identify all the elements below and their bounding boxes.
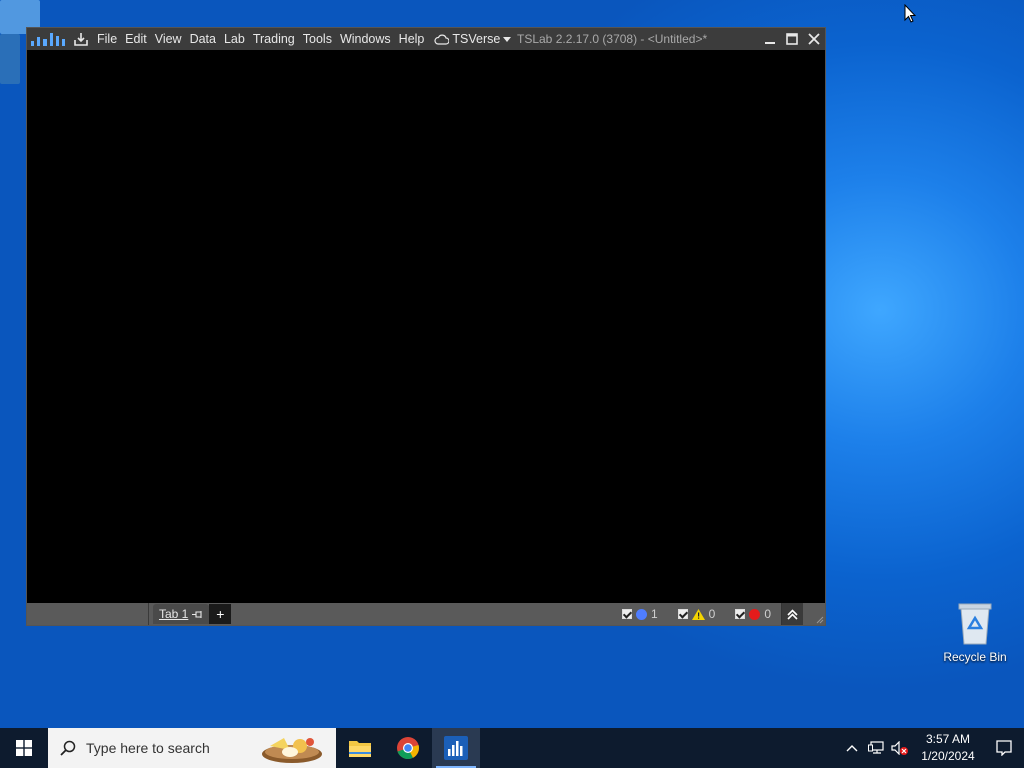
double-chevron-up-icon	[787, 608, 798, 620]
chevron-up-icon	[846, 745, 858, 752]
status-bar: Tab 1 + 1 0 0	[27, 603, 825, 625]
volume-muted-icon	[891, 741, 908, 755]
info-icon	[635, 608, 647, 620]
cloud-icon	[434, 34, 450, 45]
recycle-bin[interactable]: Recycle Bin	[940, 600, 1010, 664]
start-button[interactable]	[0, 728, 48, 768]
menu-file[interactable]: File	[93, 28, 121, 50]
menu-bar: File Edit View Data Lab Trading Tools Wi…	[93, 28, 428, 50]
title-bar[interactable]: File Edit View Data Lab Trading Tools Wi…	[27, 28, 825, 50]
recycle-bin-icon	[955, 600, 995, 646]
menu-edit[interactable]: Edit	[121, 28, 151, 50]
menu-trading[interactable]: Trading	[249, 28, 299, 50]
error-count: 0	[764, 607, 771, 621]
tslab-app-icon	[444, 736, 468, 760]
save-icon[interactable]	[71, 28, 91, 50]
desktop-shortcut-partial[interactable]	[0, 34, 20, 84]
pin-icon[interactable]	[192, 610, 203, 619]
close-button[interactable]	[803, 28, 825, 50]
close-icon	[808, 33, 820, 45]
windows-logo-icon	[16, 740, 32, 756]
show-hidden-icons-button[interactable]	[840, 728, 864, 768]
clock-time: 3:57 AM	[925, 732, 971, 746]
search-input[interactable]	[86, 740, 276, 756]
tslab-window: File Edit View Data Lab Trading Tools Wi…	[26, 27, 826, 626]
chrome-icon	[397, 737, 419, 760]
volume-button[interactable]	[888, 728, 912, 768]
taskbar: 3:57 AM 1/20/2024	[0, 728, 1024, 768]
tsverse-label: TSVerse	[452, 32, 501, 46]
menu-help[interactable]: Help	[395, 28, 429, 50]
expand-panel-button[interactable]	[781, 603, 803, 625]
clock[interactable]: 3:57 AM 1/20/2024	[912, 731, 984, 765]
action-center-button[interactable]	[984, 728, 1024, 768]
maximize-icon	[786, 33, 798, 45]
add-tab-button[interactable]: +	[209, 604, 232, 624]
error-counter[interactable]: 0	[725, 607, 781, 621]
warning-filter-checkbox[interactable]	[677, 609, 688, 619]
clock-date: 1/20/2024	[921, 749, 975, 763]
workspace-canvas[interactable]	[27, 50, 825, 604]
search-highlight-icon	[262, 738, 322, 763]
search-icon	[60, 740, 76, 756]
info-filter-checkbox[interactable]	[621, 609, 632, 619]
error-filter-checkbox[interactable]	[735, 609, 746, 619]
taskbar-file-explorer[interactable]	[336, 728, 384, 768]
status-counters: 1 0 0	[612, 603, 825, 625]
warning-count: 0	[708, 607, 716, 621]
info-count: 1	[650, 607, 658, 621]
system-tray: 3:57 AM 1/20/2024	[840, 728, 1024, 768]
window-title: TSLab 2.2.17.0 (3708) - <Untitled>*	[517, 32, 708, 46]
tab-label: Tab 1	[159, 607, 189, 621]
status-left-panel	[27, 603, 149, 625]
recycle-bin-label: Recycle Bin	[943, 650, 1007, 664]
network-icon	[868, 741, 884, 754]
menu-data[interactable]: Data	[186, 28, 220, 50]
warning-counter[interactable]: 0	[668, 607, 726, 621]
taskbar-chrome[interactable]	[384, 728, 432, 768]
warning-icon	[691, 608, 705, 620]
minimize-button[interactable]	[759, 28, 781, 50]
notification-icon	[996, 740, 1012, 756]
menu-windows[interactable]: Windows	[336, 28, 395, 50]
menu-tools[interactable]: Tools	[299, 28, 336, 50]
error-icon	[749, 608, 761, 620]
network-button[interactable]	[864, 728, 888, 768]
tslab-logo-icon[interactable]	[27, 28, 66, 50]
tab-1[interactable]: Tab 1	[153, 604, 210, 624]
info-counter[interactable]: 1	[612, 607, 668, 621]
menu-view[interactable]: View	[151, 28, 186, 50]
minimize-icon	[765, 42, 775, 44]
maximize-button[interactable]	[781, 28, 803, 50]
window-controls	[759, 28, 825, 50]
tsverse-dropdown[interactable]: TSVerse	[428, 28, 517, 50]
resize-grip-icon[interactable]	[803, 603, 825, 625]
mouse-cursor-icon	[904, 4, 916, 23]
taskbar-search[interactable]	[48, 728, 336, 768]
menu-lab[interactable]: Lab	[220, 28, 249, 50]
folder-icon	[349, 741, 371, 757]
chevron-down-icon	[503, 36, 512, 42]
taskbar-tslab[interactable]	[432, 728, 480, 768]
